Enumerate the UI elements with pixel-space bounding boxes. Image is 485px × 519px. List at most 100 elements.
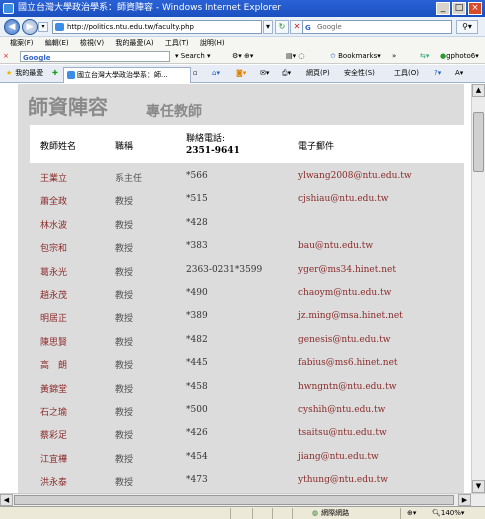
faculty-title: 教授 (115, 314, 134, 325)
menu-edit[interactable]: 編輯(E) (45, 39, 69, 47)
faculty-email-link[interactable]: genesis@ntu.edu.tw (298, 335, 390, 345)
menu-file[interactable]: 檔案(F) (10, 39, 34, 47)
favorites-button[interactable]: 我的最愛 (6, 65, 43, 82)
home-icon[interactable]: ⌂▾ (212, 65, 220, 82)
menu-help[interactable]: 說明(H) (200, 39, 225, 47)
faculty-email-link[interactable]: ylwang2008@ntu.edu.tw (298, 171, 412, 181)
faculty-row: 葛永光 教授 2363-0231*3599 yger@ms34.hinet.net (30, 259, 464, 283)
toolbar-more-button[interactable]: » (392, 50, 396, 63)
faculty-title: 教授 (115, 478, 134, 489)
faculty-row: 黃錦堂 教授 *458 hwngntn@ntu.edu.tw (30, 376, 464, 400)
back-button[interactable]: ◀ (4, 19, 20, 35)
menu-tools[interactable]: 工具(T) (165, 39, 189, 47)
gphoto-button[interactable]: ●gphoto6▾ (440, 50, 479, 63)
menu-bar: 檔案(F) 編輯(E) 檢視(V) 我的最愛(A) 工具(T) 說明(H) (0, 37, 485, 50)
faculty-email-link[interactable]: cjshiau@ntu.edu.tw (298, 194, 388, 204)
faculty-name-link[interactable]: 洪永泰 (40, 475, 67, 488)
faculty-name-link[interactable]: 蕭全政 (40, 194, 67, 207)
hscroll-thumb[interactable] (14, 495, 454, 505)
add-favorite-icon[interactable]: ✚ (52, 65, 58, 82)
faculty-name-link[interactable]: 葛永光 (40, 265, 67, 278)
zoom-level[interactable]: 🔍︎140%▾ (432, 507, 464, 519)
header-phone-sub: 2351-9641 (186, 146, 240, 156)
window-title: 國立台灣大學政治學系：師資陣容 - Windows Internet Explo… (18, 3, 282, 13)
faculty-title: 系主任 (115, 174, 143, 184)
faculty-name-link[interactable]: 高 朗 (40, 358, 67, 371)
maximize-button[interactable]: □ (452, 2, 466, 15)
status-bar: 網際網路 ⊕▾ 🔍︎140%▾ (0, 506, 485, 519)
address-dropdown[interactable]: ▾ (263, 20, 273, 34)
recent-pages-dropdown[interactable]: ▾ (38, 22, 48, 32)
faculty-name-link[interactable]: 黃錦堂 (40, 382, 67, 395)
refresh-button[interactable]: ↻ (275, 20, 289, 34)
faculty-email-link[interactable]: cyshih@ntu.edu.tw (298, 405, 385, 415)
faculty-name-link[interactable]: 江宜樺 (40, 452, 67, 465)
research-icon[interactable]: A▾ (455, 65, 463, 82)
close-button[interactable]: × (468, 2, 482, 15)
faculty-name-link[interactable]: 石之瑜 (40, 405, 67, 418)
toolbar-close-icon[interactable]: × (3, 50, 9, 63)
safety-menu[interactable]: 安全性(S) (344, 65, 375, 82)
menu-favorites[interactable]: 我的最愛(A) (115, 39, 153, 47)
faculty-row: 石之瑜 教授 *500 cyshih@ntu.edu.tw (30, 399, 464, 423)
faculty-phone: *482 (186, 334, 208, 345)
faculty-email-link[interactable]: tsaitsu@ntu.edu.tw (298, 428, 387, 438)
zoom-icon: 🔍︎ (432, 509, 441, 517)
scroll-left-button[interactable]: ◀ (0, 494, 13, 506)
tab-faculty[interactable]: 國立台灣大學政治學系：師... (63, 67, 191, 83)
faculty-email-link[interactable]: chaoym@ntu.edu.tw (298, 288, 391, 298)
faculty-name-link[interactable]: 林水波 (40, 218, 67, 231)
print-icon[interactable]: ⎙▾ (282, 65, 291, 82)
help-icon[interactable]: ?▾ (434, 65, 441, 82)
faculty-email-link[interactable]: jiang@ntu.edu.tw (298, 452, 379, 462)
search-button[interactable]: ⚲▾ (456, 20, 478, 34)
faculty-phone: *428 (186, 217, 208, 228)
faculty-title: 教授 (115, 244, 134, 255)
bookmarks-button[interactable]: ✩ Bookmarks▾ (330, 50, 381, 63)
faculty-email-link[interactable]: ythung@ntu.edu.tw (298, 475, 388, 485)
faculty-name-link[interactable]: 明居正 (40, 311, 67, 324)
faculty-name-link[interactable]: 趙永茂 (40, 288, 67, 301)
new-tab-button[interactable]: ▫ (193, 65, 198, 82)
toolbar-arrow-icon[interactable]: ⇆▾ (420, 50, 429, 63)
horizontal-scrollbar[interactable]: ◀ ▶ (0, 493, 485, 506)
mail-icon[interactable]: ✉▾ (260, 65, 269, 82)
scroll-up-button[interactable]: ▲ (472, 84, 485, 97)
scroll-down-button[interactable]: ▼ (472, 480, 485, 493)
faculty-email-link[interactable]: jz.ming@msa.hinet.net (298, 311, 403, 321)
page-menu[interactable]: 網頁(P) (306, 65, 330, 82)
faculty-phone: *473 (186, 475, 208, 486)
address-input[interactable]: http://politics.ntu.edu.tw/faculty.php (52, 20, 262, 34)
google-toolbar: × Google ▾ Search ▾ ⚙▾ ⊕▾ ▤▾ ◌ ✩ Bookmar… (0, 50, 485, 64)
faculty-name-link[interactable]: 包宗和 (40, 241, 67, 254)
google-search-button[interactable]: ▾ Search ▾ (175, 50, 211, 63)
toolbar-extra-icons[interactable]: ▤▾ ◌ (286, 50, 304, 63)
rss-icon[interactable]: ◙▾ (236, 65, 246, 82)
faculty-email-link[interactable]: hwngntn@ntu.edu.tw (298, 382, 396, 392)
forward-button[interactable]: ▶ (22, 19, 38, 35)
scroll-right-button[interactable]: ▶ (458, 494, 471, 506)
tools-menu[interactable]: 工具(O) (394, 65, 419, 82)
table-header: 教師姓名 職稱 聯絡電話: 2351-9641 電子郵件 (30, 125, 464, 163)
vertical-scrollbar[interactable]: ▲ ▼ (471, 84, 485, 493)
faculty-name-link[interactable]: 王業立 (40, 171, 67, 184)
google-toolbar-search[interactable]: Google (20, 51, 170, 62)
search-input[interactable]: G Google (302, 20, 452, 34)
faculty-name-link[interactable]: 陳思賢 (40, 335, 67, 348)
scroll-thumb[interactable] (473, 112, 484, 172)
faculty-email-link[interactable]: bau@ntu.edu.tw (298, 241, 373, 251)
faculty-name-link[interactable]: 蔡彩足 (40, 428, 67, 441)
faculty-email-link[interactable]: fabius@ms6.hinet.net (298, 358, 398, 368)
faculty-title: 教授 (115, 384, 134, 395)
faculty-title: 教授 (115, 408, 134, 418)
faculty-email-link[interactable]: yger@ms34.hinet.net (298, 265, 396, 275)
minimize-button[interactable]: _ (436, 2, 450, 15)
google-search-icon: G (305, 24, 311, 32)
header-phone: 聯絡電話: (186, 134, 226, 144)
toolbar-tools-icons[interactable]: ⚙▾ ⊕▾ (232, 50, 253, 63)
menu-view[interactable]: 檢視(V) (80, 39, 104, 47)
page-content: 師資陣容 專任教師 教師姓名 職稱 聯絡電話: 2351-9641 電子郵件 王… (0, 84, 471, 493)
faculty-row: 明居正 教授 *389 jz.ming@msa.hinet.net (30, 305, 464, 329)
protected-mode-icon[interactable]: ⊕▾ (407, 507, 416, 519)
faculty-phone: *566 (186, 171, 208, 181)
